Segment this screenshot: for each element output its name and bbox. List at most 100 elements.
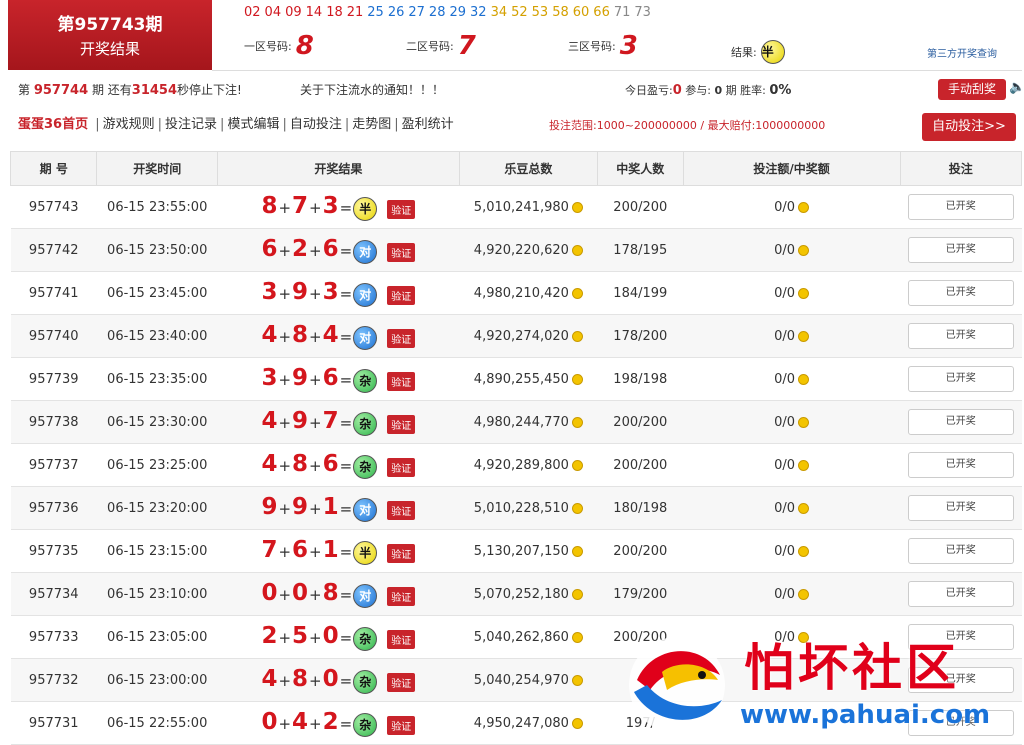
coin-icon bbox=[798, 545, 810, 557]
strip-number: 71 bbox=[613, 5, 631, 20]
verify-button[interactable]: 验证 bbox=[387, 543, 416, 563]
digit-b: 9 bbox=[292, 364, 309, 391]
verify-button[interactable]: 验证 bbox=[387, 371, 416, 391]
total-cell: 5,040,262,860 bbox=[459, 615, 598, 659]
verify-button[interactable]: 验证 bbox=[387, 285, 416, 305]
issue-banner: 第957743期 开奖结果 bbox=[8, 0, 212, 70]
manual-scratch-button[interactable]: 手动刮奖 bbox=[938, 79, 1006, 100]
result-ball: 杂 bbox=[353, 369, 378, 394]
join-label: 参与: bbox=[685, 84, 711, 97]
time-cell: 06-15 23:20:00 bbox=[96, 486, 218, 530]
issue-cell: 957739 bbox=[10, 357, 97, 401]
nav-item[interactable]: 游戏规则 bbox=[103, 117, 155, 132]
third-party-link[interactable]: 第三方开奖查询 bbox=[927, 45, 997, 60]
verify-button[interactable]: 验证 bbox=[387, 629, 416, 649]
digit-c: 6 bbox=[322, 364, 339, 391]
nav-separator: | bbox=[344, 117, 350, 132]
total-value: 5,010,241,980 bbox=[473, 199, 569, 215]
equals-sign: = bbox=[339, 671, 353, 690]
verify-button[interactable]: 验证 bbox=[387, 586, 416, 606]
equals-sign: = bbox=[339, 370, 353, 389]
issue-cell: 957733 bbox=[10, 615, 97, 659]
verify-button[interactable]: 验证 bbox=[387, 672, 416, 692]
nav-item[interactable]: 自动投注 bbox=[290, 117, 342, 132]
winners-cell: 198/198 bbox=[597, 357, 684, 401]
verify-button[interactable]: 验证 bbox=[387, 414, 416, 434]
bet-cell: 0/0 bbox=[683, 271, 901, 315]
total-value: 4,920,274,020 bbox=[473, 328, 569, 344]
result-cell: 3+9+3= 对验证 bbox=[217, 271, 460, 315]
total-cell: 4,950,247,080 bbox=[459, 701, 598, 745]
bet-cell: 0/0 bbox=[683, 357, 901, 401]
nav-item[interactable]: 盈利统计 bbox=[402, 117, 454, 132]
table-header-row: 期 号开奖时间 开奖结果 乐豆总数 中奖人数 投注额/中奖额 投注 bbox=[9, 151, 1023, 186]
opened-button[interactable]: 已开奖 bbox=[907, 237, 1014, 263]
notice-link[interactable]: 关于下注流水的通知！！！ bbox=[300, 81, 444, 98]
equals-sign: = bbox=[339, 327, 353, 346]
issue-cell: 957742 bbox=[10, 228, 97, 272]
digit-c: 6 bbox=[322, 450, 339, 477]
winners-cell: 200/200 bbox=[597, 443, 684, 487]
digit-b: 8 bbox=[292, 665, 309, 692]
coin-icon bbox=[571, 717, 583, 729]
strip-number: 04 bbox=[264, 5, 282, 20]
next-issue: 957744 bbox=[33, 83, 89, 98]
verify-button[interactable]: 验证 bbox=[387, 457, 416, 477]
opened-button[interactable]: 已开奖 bbox=[907, 452, 1014, 478]
plus-sign: + bbox=[278, 284, 292, 303]
total-value: 4,920,220,620 bbox=[473, 242, 569, 258]
equals-sign: = bbox=[339, 628, 353, 647]
coin-icon bbox=[571, 373, 583, 385]
opened-button[interactable]: 已开奖 bbox=[907, 280, 1014, 306]
coin-icon bbox=[571, 545, 583, 557]
zone2-label: 二区号码: bbox=[406, 40, 454, 53]
plus-sign: + bbox=[309, 284, 322, 303]
strip-number: 60 bbox=[572, 5, 590, 20]
total-cell: 5,130,207,150 bbox=[459, 529, 598, 573]
digit-b: 9 bbox=[292, 278, 309, 305]
verify-button[interactable]: 验证 bbox=[387, 500, 416, 520]
issue-cell: 957735 bbox=[10, 529, 97, 573]
opened-button[interactable]: 已开奖 bbox=[907, 538, 1014, 564]
plus-sign: + bbox=[309, 327, 322, 346]
verify-button[interactable]: 验证 bbox=[387, 715, 416, 735]
opened-button[interactable]: 已开奖 bbox=[907, 194, 1014, 220]
plus-sign: + bbox=[278, 585, 292, 604]
nav-item[interactable]: 投注记录 bbox=[165, 117, 217, 132]
nav-item[interactable]: 走势图 bbox=[352, 117, 391, 132]
watermark: 怕坏社区 www.pahuai.com bbox=[622, 628, 1024, 742]
nav-home[interactable]: 蛋蛋36首页 bbox=[18, 117, 88, 132]
verify-button[interactable]: 验证 bbox=[387, 328, 416, 348]
verify-button[interactable]: 验证 bbox=[387, 199, 416, 219]
opened-button[interactable]: 已开奖 bbox=[907, 323, 1014, 349]
strip-number: 73 bbox=[634, 5, 651, 20]
time-cell: 06-15 23:15:00 bbox=[96, 529, 218, 573]
banner-subtitle: 开奖结果 bbox=[79, 40, 140, 58]
digit-a: 7 bbox=[261, 536, 278, 563]
main-nav: 蛋蛋36首页 | 游戏规则 | 投注记录 | 模式编辑 | 自动投注 | 走势图 | 盈利统计 bbox=[18, 113, 454, 132]
digit-c: 4 bbox=[322, 321, 339, 348]
opened-button[interactable]: 已开奖 bbox=[907, 409, 1014, 435]
result-cell: 9+9+1= 对验证 bbox=[217, 486, 460, 530]
column-header: 开奖时间 bbox=[96, 151, 218, 186]
speaker-icon[interactable]: 🔈 bbox=[1009, 80, 1024, 95]
opened-button[interactable]: 已开奖 bbox=[907, 581, 1014, 607]
nav-separator: | bbox=[394, 117, 399, 132]
nav-item[interactable]: 模式编辑 bbox=[227, 117, 279, 132]
issue-cell: 957732 bbox=[10, 658, 97, 702]
coin-icon bbox=[571, 502, 583, 514]
auto-bet-button[interactable]: 自动投注>> bbox=[922, 113, 1016, 141]
opened-button[interactable]: 已开奖 bbox=[907, 366, 1014, 392]
bet-cell: 0/0 bbox=[683, 443, 901, 487]
verify-button[interactable]: 验证 bbox=[387, 242, 416, 262]
bet-value: 0/0 bbox=[774, 285, 796, 301]
digit-c: 8 bbox=[322, 579, 339, 606]
bet-action-cell: 已开奖 bbox=[900, 271, 1022, 315]
table-row: 957736 06-15 23:20:00 9+9+1= 对验证 5,010,228,5… bbox=[10, 486, 1022, 530]
opened-button[interactable]: 已开奖 bbox=[907, 495, 1014, 521]
banner-issue: 第957743期 bbox=[57, 15, 163, 35]
coin-icon bbox=[571, 459, 583, 471]
result-cell: 0+0+8= 对验证 bbox=[217, 572, 460, 616]
bet-value: 0/0 bbox=[774, 414, 796, 430]
time-cell: 06-15 23:55:00 bbox=[96, 185, 218, 229]
